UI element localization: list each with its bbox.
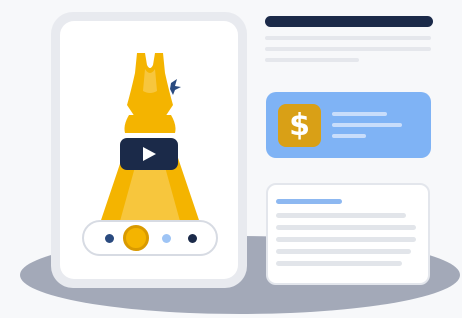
price-text-line (332, 112, 387, 116)
description-line (265, 58, 359, 62)
price-text-line (332, 123, 402, 127)
product-illustration: $ (0, 0, 462, 318)
details-card (266, 183, 430, 285)
price-symbol: $ (289, 108, 310, 143)
color-swatch-selector (82, 220, 218, 256)
details-text-line (276, 225, 416, 230)
description-line (265, 47, 431, 51)
price-card: $ (266, 92, 431, 158)
swatch-navy[interactable] (105, 234, 114, 243)
swatch-gold-selected[interactable] (123, 225, 149, 251)
details-text-line (276, 249, 411, 254)
swatch-light-blue[interactable] (162, 234, 171, 243)
phone-frame (51, 12, 247, 288)
details-text-line (276, 237, 416, 242)
details-text-line (276, 213, 406, 218)
details-heading-line (276, 199, 342, 204)
details-text-line (276, 261, 402, 266)
swatch-dark-navy[interactable] (188, 234, 197, 243)
play-video-button[interactable] (120, 138, 178, 170)
phone-screen (60, 21, 238, 279)
description-line (265, 36, 431, 40)
dollar-icon: $ (278, 104, 321, 147)
price-text-line (332, 134, 366, 138)
play-icon (143, 147, 156, 161)
product-title-placeholder (265, 16, 433, 27)
